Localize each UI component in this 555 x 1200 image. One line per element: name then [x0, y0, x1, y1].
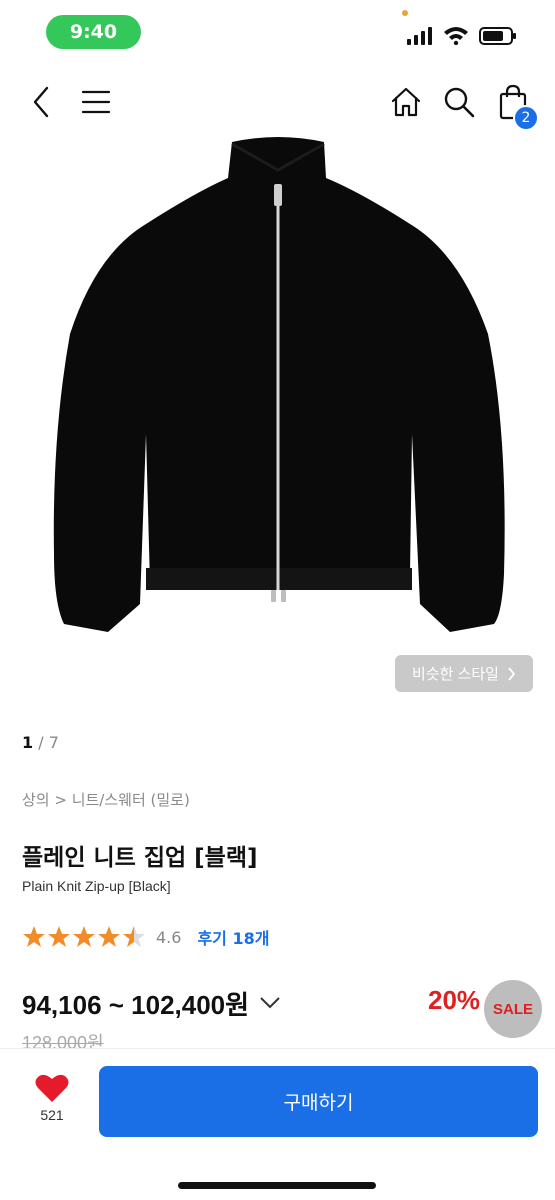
search-icon[interactable]	[440, 82, 478, 122]
cellular-signal-icon	[407, 27, 432, 45]
privacy-indicator-dot	[402, 10, 408, 16]
chevron-down-icon[interactable]	[259, 996, 281, 1010]
price-range: 94,106 ~ 102,400원	[22, 989, 250, 1020]
like-count: 521	[40, 1107, 64, 1123]
heart-icon	[35, 1074, 69, 1102]
home-indicator	[178, 1182, 376, 1189]
review-count-link[interactable]: 후기 18개	[197, 925, 269, 949]
image-counter: 1 / 7	[22, 733, 59, 752]
rating-stars	[22, 925, 146, 949]
star-icon	[48, 926, 70, 947]
half-star-icon	[123, 926, 145, 947]
discount-rate: 20%	[428, 985, 481, 1015]
product-subtitle: Plain Knit Zip-up [Black]	[22, 878, 171, 894]
wifi-icon	[444, 27, 468, 45]
similar-style-label: 비슷한 스타일	[412, 666, 499, 683]
image-counter-current: 1	[22, 733, 34, 752]
battery-icon	[479, 27, 516, 45]
star-icon	[23, 926, 45, 947]
product-title: 플레인 니트 집업 [블랙]	[22, 845, 258, 871]
product-image[interactable]	[0, 134, 555, 704]
similar-style-button[interactable]: 비슷한 스타일	[395, 655, 533, 692]
back-icon[interactable]	[24, 82, 58, 122]
chevron-right-icon	[508, 666, 516, 681]
rating-row: 4.6 후기 18개	[22, 924, 269, 950]
home-icon[interactable]	[387, 82, 425, 122]
star-icon	[98, 926, 120, 947]
image-counter-total: / 7	[38, 733, 59, 752]
cart-count-badge: 2	[513, 105, 539, 131]
breadcrumb[interactable]: 상의 > 니트/스웨터 (밀로)	[22, 789, 190, 810]
rating-value: 4.6	[156, 927, 182, 947]
status-time: 9:40	[46, 15, 141, 49]
sale-badge[interactable]: SALE	[484, 980, 542, 1038]
top-nav-bar	[0, 70, 555, 134]
like-button[interactable]: 521	[22, 1073, 82, 1137]
star-icon	[73, 926, 95, 947]
bottom-action-bar: 521 구매하기	[0, 1048, 555, 1200]
knit-zip-up-image	[53, 137, 505, 632]
buy-button[interactable]: 구매하기	[99, 1066, 538, 1137]
menu-icon[interactable]	[78, 84, 114, 120]
price-row: 94,106 ~ 102,400원	[22, 983, 281, 1023]
status-bar: 9:40	[0, 0, 555, 64]
